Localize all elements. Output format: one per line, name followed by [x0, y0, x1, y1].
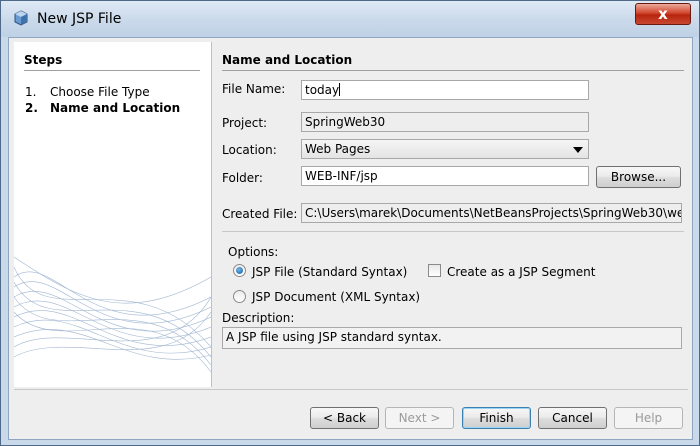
netbeans-cube-icon	[14, 10, 28, 26]
radio-selected-dot	[236, 267, 243, 274]
title-bar[interactable]: New JSP File x	[1, 1, 699, 37]
steps-panel: Steps 1. Choose File Type 2. Name and Loca…	[14, 42, 212, 387]
step-number: 1.	[25, 85, 37, 99]
description-field: A JSP file using JSP standard syntax.	[222, 327, 682, 349]
project-field: SpringWeb30	[301, 112, 589, 132]
created-file-field: C:\Users\marek\Documents\NetBeansProject…	[301, 203, 682, 223]
location-value: Web Pages	[305, 142, 371, 156]
next-button[interactable]: Next >	[385, 407, 454, 429]
back-button[interactable]: < Back	[310, 407, 379, 429]
steps-title: Steps	[24, 53, 63, 67]
text-caret	[339, 83, 341, 96]
button-bar-divider	[14, 389, 688, 390]
dialog-content: Steps 1. Choose File Type 2. Name and Loca…	[8, 37, 693, 440]
panel-divider	[222, 70, 684, 71]
step-label: Name and Location	[50, 101, 181, 115]
description-label: Description:	[222, 311, 295, 325]
step-label: Choose File Type	[50, 85, 150, 99]
dialog-window: New JSP File x Steps 1. Choose File Type …	[0, 0, 700, 446]
decorative-waves-image	[14, 256, 211, 373]
jsp-document-radio-label[interactable]: JSP Document (XML Syntax)	[252, 290, 420, 304]
browse-button[interactable]: Browse...	[596, 166, 681, 188]
folder-input[interactable]: WEB-INF/jsp	[301, 166, 589, 186]
location-label: Location:	[222, 143, 277, 157]
cancel-button[interactable]: Cancel	[538, 407, 607, 429]
project-label: Project:	[222, 116, 268, 130]
panel-title: Name and Location	[222, 53, 353, 67]
file-name-input[interactable]: today	[301, 80, 589, 100]
window-title: New JSP File	[37, 11, 122, 27]
options-divider	[222, 231, 684, 232]
chevron-down-icon	[573, 147, 583, 153]
location-select[interactable]: Web Pages	[301, 139, 589, 159]
close-icon: x	[658, 5, 668, 23]
close-button[interactable]: x	[635, 3, 691, 25]
created-file-label: Created File:	[222, 207, 298, 221]
step-number: 2.	[25, 101, 38, 115]
jsp-segment-checkbox[interactable]	[428, 264, 441, 277]
step-name-and-location: 2. Name and Location	[25, 101, 180, 115]
finish-button[interactable]: Finish	[462, 407, 531, 429]
steps-divider	[24, 70, 200, 71]
jsp-file-radio[interactable]	[233, 264, 246, 277]
folder-label: Folder:	[222, 171, 263, 185]
jsp-file-radio-label[interactable]: JSP File (Standard Syntax)	[252, 265, 407, 279]
name-and-location-panel: Name and Location File Name: today Proje…	[222, 42, 688, 387]
jsp-segment-checkbox-label[interactable]: Create as a JSP Segment	[447, 265, 595, 279]
step-choose-file-type: 1. Choose File Type	[25, 85, 150, 99]
file-name-value: today	[305, 83, 340, 97]
help-button[interactable]: Help	[614, 407, 683, 429]
jsp-document-radio[interactable]	[233, 290, 246, 303]
options-label: Options:	[228, 245, 279, 259]
file-name-label: File Name:	[222, 82, 286, 96]
